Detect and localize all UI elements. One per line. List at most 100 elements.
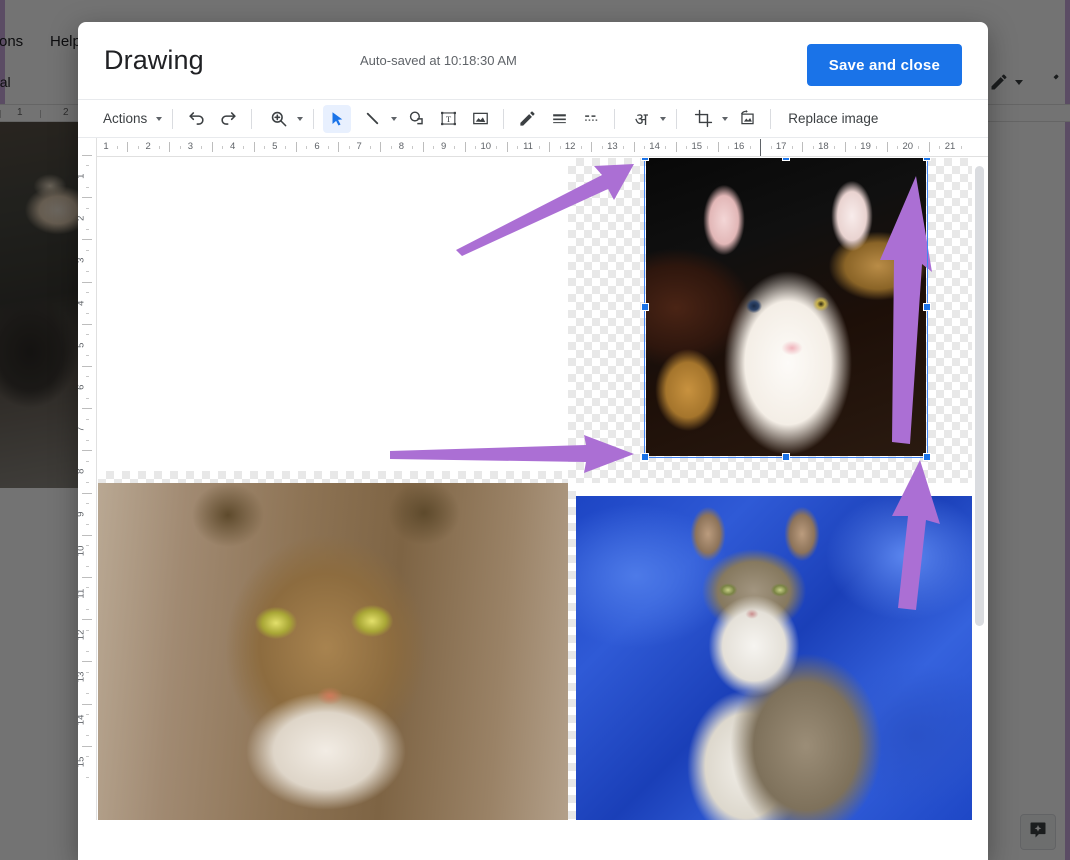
select-tool-button[interactable] <box>323 105 351 133</box>
page-title: Drawing <box>104 45 204 76</box>
horizontal-ruler-tick <box>117 146 118 149</box>
horizontal-ruler-number: 20 <box>903 141 914 152</box>
vertical-ruler-tick <box>86 672 89 673</box>
zoom-menu-button[interactable] <box>259 105 306 133</box>
save-and-close-button[interactable]: Save and close <box>807 44 962 86</box>
horizontal-ruler-tick <box>338 142 339 152</box>
vertical-ruler-tick <box>86 587 89 588</box>
vertical-ruler-tick <box>82 450 92 451</box>
horizontal-ruler-number: 5 <box>272 141 277 152</box>
horizontal-ruler-tick <box>813 146 814 149</box>
toolbar-divider <box>503 109 504 129</box>
horizontal-ruler-number: 3 <box>188 141 193 152</box>
vertical-ruler-tick <box>86 545 89 546</box>
line-weight-button[interactable] <box>545 105 573 133</box>
vertical-ruler-number: 14 <box>78 714 87 725</box>
cat-image-serval-kitten[interactable] <box>98 158 568 471</box>
horizontal-ruler-tick <box>549 142 550 152</box>
horizontal-ruler-tick <box>159 146 160 149</box>
vertical-ruler-tick <box>86 229 89 230</box>
vertical-ruler-tick <box>82 619 92 620</box>
vertical-ruler-tick <box>82 661 92 662</box>
vertical-ruler-tick <box>86 461 89 462</box>
horizontal-ruler-tick <box>201 146 202 149</box>
horizontal-ruler-tick <box>718 142 719 152</box>
vertical-ruler-tick <box>86 165 89 166</box>
toolbar-divider <box>313 109 314 129</box>
cat-image-tabby-blue-bg[interactable] <box>576 496 972 820</box>
crop-button[interactable] <box>689 105 717 133</box>
horizontal-ruler-tick <box>897 146 898 149</box>
shape-tool-button[interactable] <box>402 105 430 133</box>
horizontal-ruler-tick <box>834 146 835 149</box>
horizontal-ruler-tick <box>845 142 846 152</box>
horizontal-ruler-tick <box>243 146 244 149</box>
line-tool-button[interactable] <box>358 105 386 133</box>
text-language-icon: अ <box>627 105 655 133</box>
line-dash-button[interactable] <box>577 105 605 133</box>
vertical-ruler-number: 13 <box>78 672 87 683</box>
vertical-ruler-number: 3 <box>78 258 87 263</box>
horizontal-ruler-number: 11 <box>523 141 533 152</box>
line-menu-button[interactable] <box>353 105 400 133</box>
horizontal-ruler-tick <box>127 142 128 152</box>
cat-image-tabby-closeup[interactable] <box>98 483 568 820</box>
crop-menu-button[interactable] <box>684 105 731 133</box>
horizontal-ruler-number: 15 <box>692 141 703 152</box>
horizontal-ruler-tick <box>581 146 582 149</box>
horizontal-ruler-number: 2 <box>146 141 151 152</box>
vertical-ruler-tick <box>82 408 92 409</box>
horizontal-ruler-number: 17 <box>776 141 787 152</box>
dialog-header: Drawing Auto-saved at 10:18:30 AM Save a… <box>78 22 988 100</box>
horizontal-ruler-tick <box>454 146 455 149</box>
horizontal-ruler-number: 16 <box>734 141 745 152</box>
vertical-ruler-tick <box>86 651 89 652</box>
horizontal-ruler-tick <box>707 146 708 149</box>
horizontal-ruler-marks: 123456789101112131415161718192021 <box>78 138 988 157</box>
horizontal-ruler-tick <box>138 146 139 149</box>
redo-icon <box>219 109 238 128</box>
vertical-ruler-tick <box>82 366 92 367</box>
vertical-ruler-number: 8 <box>78 469 87 474</box>
image-icon <box>471 109 490 128</box>
horizontal-ruler[interactable]: 123456789101112131415161718192021 <box>78 138 988 157</box>
horizontal-ruler-number: 13 <box>607 141 618 152</box>
replace-image-button[interactable]: Replace image <box>778 105 888 133</box>
horizontal-ruler-tick <box>676 142 677 152</box>
shape-icon <box>407 109 426 128</box>
horizontal-ruler-tick <box>939 146 940 149</box>
horizontal-ruler-tick <box>855 146 856 149</box>
horizontal-ruler-number: 4 <box>230 141 235 152</box>
vertical-ruler[interactable]: 123456789101112131415 <box>78 138 97 820</box>
canvas-scrollbar-thumb[interactable] <box>975 166 984 626</box>
transparent-checkerboard <box>98 471 568 483</box>
actions-menu-button[interactable]: Actions <box>94 105 165 133</box>
vertical-ruler-tick <box>82 535 92 536</box>
text-box-tool-button[interactable]: T <box>434 105 462 133</box>
horizontal-ruler-tick <box>180 146 181 149</box>
vertical-ruler-tick <box>86 756 89 757</box>
horizontal-ruler-tick <box>349 146 350 149</box>
vertical-ruler-tick <box>82 282 92 283</box>
undo-button[interactable] <box>182 105 210 133</box>
horizontal-ruler-tick <box>264 146 265 149</box>
horizontal-ruler-number: 19 <box>860 141 871 152</box>
drawing-canvas[interactable] <box>98 158 972 820</box>
redo-button[interactable] <box>214 105 242 133</box>
zoom-button[interactable] <box>264 105 292 133</box>
text-language-menu-button[interactable]: अ <box>622 105 669 133</box>
chevron-down-icon <box>391 117 397 121</box>
fill-color-button[interactable] <box>513 105 541 133</box>
vertical-ruler-tick <box>82 155 92 156</box>
chevron-down-icon <box>722 117 728 121</box>
insert-image-button[interactable] <box>466 105 494 133</box>
horizontal-ruler-tick <box>169 142 170 152</box>
image-options-button[interactable] <box>733 105 761 133</box>
vertical-ruler-number: 5 <box>78 342 87 347</box>
horizontal-ruler-number: 6 <box>314 141 319 152</box>
cat-image-white-odd-eyed[interactable] <box>646 158 926 456</box>
select-icon <box>328 110 346 128</box>
vertical-ruler-tick <box>86 187 89 188</box>
ruler-tab-marker[interactable] <box>760 139 761 156</box>
horizontal-ruler-tick <box>465 142 466 152</box>
